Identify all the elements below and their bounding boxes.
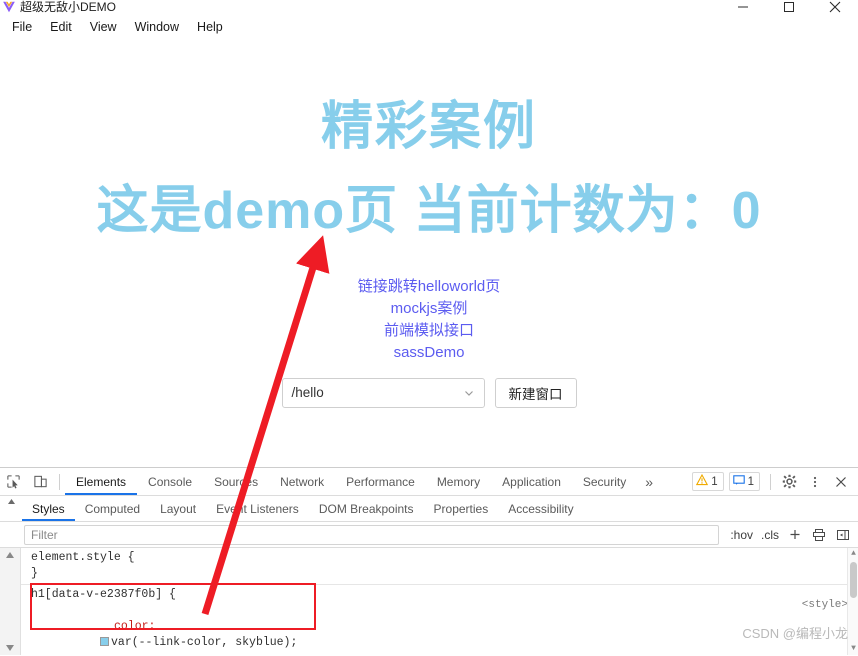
tab-application[interactable]: Application — [491, 468, 572, 495]
devtools-close-icon[interactable] — [828, 469, 854, 495]
window-titlebar: 超级无敌小DEMO — [0, 0, 858, 16]
app-root: 超级无敌小DEMO File Edit View Window Help 精彩案… — [0, 0, 858, 656]
pane-scroll-arrows[interactable] — [0, 496, 22, 522]
css-rule-origin[interactable]: <style> — [802, 599, 848, 611]
link-mock-api[interactable]: 前端模拟接口 — [0, 320, 858, 342]
subtab-dom-breakpoints[interactable]: DOM Breakpoints — [309, 496, 424, 521]
inspect-element-icon[interactable] — [0, 468, 27, 495]
tab-console[interactable]: Console — [137, 468, 203, 495]
subtab-layout[interactable]: Layout — [150, 496, 206, 521]
link-mockjs[interactable]: mockjs案例 — [0, 298, 858, 320]
cls-toggle[interactable]: .cls — [758, 528, 782, 542]
toolbar-divider — [59, 473, 60, 490]
annotation-highlight-box — [30, 583, 316, 630]
menu-item-window[interactable]: Window — [126, 17, 188, 37]
toggle-sidebar-icon[interactable] — [832, 524, 854, 546]
scroll-down-icon — [6, 645, 14, 651]
link-helloworld[interactable]: 链接跳转helloworld页 — [0, 276, 858, 298]
styles-scrollbar[interactable]: ▲ ▼ — [847, 548, 858, 655]
message-badge[interactable]: 1 — [728, 472, 760, 491]
page-subtitle-counter: 这是demo页 当前计数为：0 — [96, 181, 762, 240]
watermark-text: CSDN @编程小龙 — [742, 626, 848, 641]
tab-performance[interactable]: Performance — [335, 468, 426, 495]
subtab-computed[interactable]: Computed — [75, 496, 150, 521]
route-form-row: /hello 新建窗口 — [0, 377, 858, 408]
styles-filter-bar: :hov .cls — [0, 522, 858, 548]
menu-item-help[interactable]: Help — [188, 17, 232, 37]
subtab-properties[interactable]: Properties — [424, 496, 499, 521]
devtools-toolbar: Elements Console Sources Network Perform… — [0, 468, 858, 496]
tab-sources[interactable]: Sources — [203, 468, 269, 495]
css-selector: element.style { — [31, 551, 135, 564]
gear-icon[interactable] — [776, 469, 802, 495]
filter-input[interactable] — [24, 524, 720, 545]
tab-security[interactable]: Security — [572, 468, 637, 495]
menu-item-edit[interactable]: Edit — [41, 17, 81, 37]
menubar: File Edit View Window Help — [0, 16, 858, 38]
subtab-accessibility[interactable]: Accessibility — [498, 496, 583, 521]
styles-side-gutter[interactable] — [0, 548, 21, 655]
device-toolbar-icon[interactable] — [27, 468, 54, 495]
page-title: 精彩案例 — [320, 98, 537, 156]
window-title: 超级无敌小DEMO — [20, 0, 117, 14]
menu-item-view[interactable]: View — [81, 17, 126, 37]
link-list: 链接跳转helloworld页 mockjs案例 前端模拟接口 sassDemo — [0, 276, 858, 364]
tab-elements[interactable]: Elements — [65, 468, 137, 495]
devtools-toolbar-right: 1 1 — [692, 469, 858, 495]
more-tabs-button[interactable]: » — [637, 474, 661, 490]
link-sassdemo[interactable]: sassDemo — [0, 342, 858, 364]
kebab-menu-icon[interactable] — [802, 469, 828, 495]
warning-badge[interactable]: 1 — [692, 472, 724, 491]
scrollbar-down-icon[interactable]: ▼ — [849, 644, 858, 654]
scrollbar-thumb[interactable] — [850, 562, 857, 598]
vue-logo-icon — [2, 0, 16, 14]
page-content: 精彩案例 这是demo页 当前计数为：0 链接跳转helloworld页 moc… — [0, 38, 858, 467]
subtab-event-listeners[interactable]: Event Listeners — [206, 496, 309, 521]
menu-item-file[interactable]: File — [3, 17, 41, 37]
css-rule-element-style[interactable]: element.style { } — [21, 548, 858, 585]
css-rule-close: } — [31, 567, 38, 580]
computed-style-icon[interactable] — [808, 524, 830, 546]
warning-icon — [696, 473, 709, 489]
scrollbar-up-icon[interactable]: ▲ — [849, 549, 858, 559]
filter-actions: :hov .cls — [719, 524, 858, 546]
route-select[interactable]: /hello — [281, 377, 485, 408]
toolbar-divider-2 — [770, 473, 771, 490]
add-style-rule-icon[interactable] — [784, 524, 806, 546]
scroll-up-icon — [6, 552, 14, 558]
new-window-button[interactable]: 新建窗口 — [494, 377, 577, 408]
hov-toggle[interactable]: :hov — [727, 528, 756, 542]
devtools-subtabs: Styles Computed Layout Event Listeners D… — [0, 496, 858, 522]
chevron-down-icon — [463, 387, 475, 399]
route-select-value: /hello — [291, 385, 324, 401]
tab-network[interactable]: Network — [269, 468, 335, 495]
message-icon — [732, 474, 745, 489]
subtab-styles[interactable]: Styles — [22, 496, 75, 521]
message-count: 1 — [747, 475, 754, 488]
css-value: var(--link-color, skyblue); — [111, 636, 298, 649]
warning-count: 1 — [711, 475, 718, 488]
color-swatch-icon[interactable] — [100, 637, 110, 646]
tab-memory[interactable]: Memory — [426, 468, 491, 495]
